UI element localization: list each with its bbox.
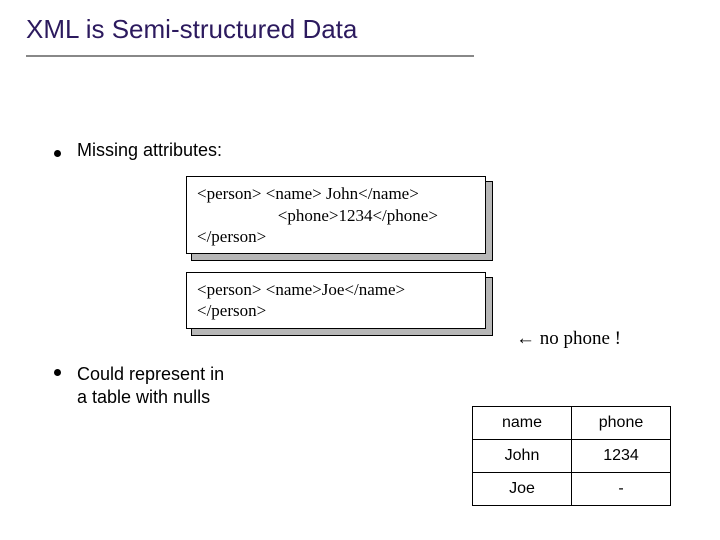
- table-cell: -: [572, 473, 671, 506]
- table-cell: Joe: [473, 473, 572, 506]
- bullet-1: Missing attributes:: [54, 139, 720, 162]
- slide-title: XML is Semi-structured Data: [0, 0, 720, 45]
- code-box-2: <person> <name>Joe</name> </person>: [186, 272, 486, 329]
- title-underline: [26, 55, 474, 57]
- table-cell: 1234: [572, 440, 671, 473]
- annotation: ← no phone !: [516, 328, 621, 350]
- table-header-row: name phone: [473, 407, 671, 440]
- code-box-1-wrap: <person> <name> John</name> <phone>1234<…: [186, 176, 486, 254]
- bullet-2: Could represent in a table with nulls: [54, 363, 720, 410]
- bullet-disc-icon: [54, 369, 61, 376]
- bullet-1-text: Missing attributes:: [77, 139, 222, 162]
- code-line: <person> <name>Joe</name>: [197, 279, 475, 300]
- code-line: </person>: [197, 300, 475, 321]
- data-table-wrap: name phone John 1234 Joe -: [472, 406, 671, 506]
- arrow-left-icon: ←: [516, 328, 535, 349]
- table-row: John 1234: [473, 440, 671, 473]
- code-box-1: <person> <name> John</name> <phone>1234<…: [186, 176, 486, 254]
- code-line: </person>: [197, 226, 475, 247]
- table-header-cell: name: [473, 407, 572, 440]
- bullet-disc-icon: [54, 150, 61, 157]
- table-row: Joe -: [473, 473, 671, 506]
- data-table: name phone John 1234 Joe -: [472, 406, 671, 506]
- code-box-2-wrap: <person> <name>Joe</name> </person>: [186, 272, 486, 329]
- code-line: <phone>1234</phone>: [197, 205, 475, 226]
- code-line: <person> <name> John</name>: [197, 183, 475, 204]
- table-header-cell: phone: [572, 407, 671, 440]
- table-cell: John: [473, 440, 572, 473]
- annotation-text: no phone !: [535, 328, 621, 349]
- bullet-2-text: Could represent in a table with nulls: [77, 363, 224, 410]
